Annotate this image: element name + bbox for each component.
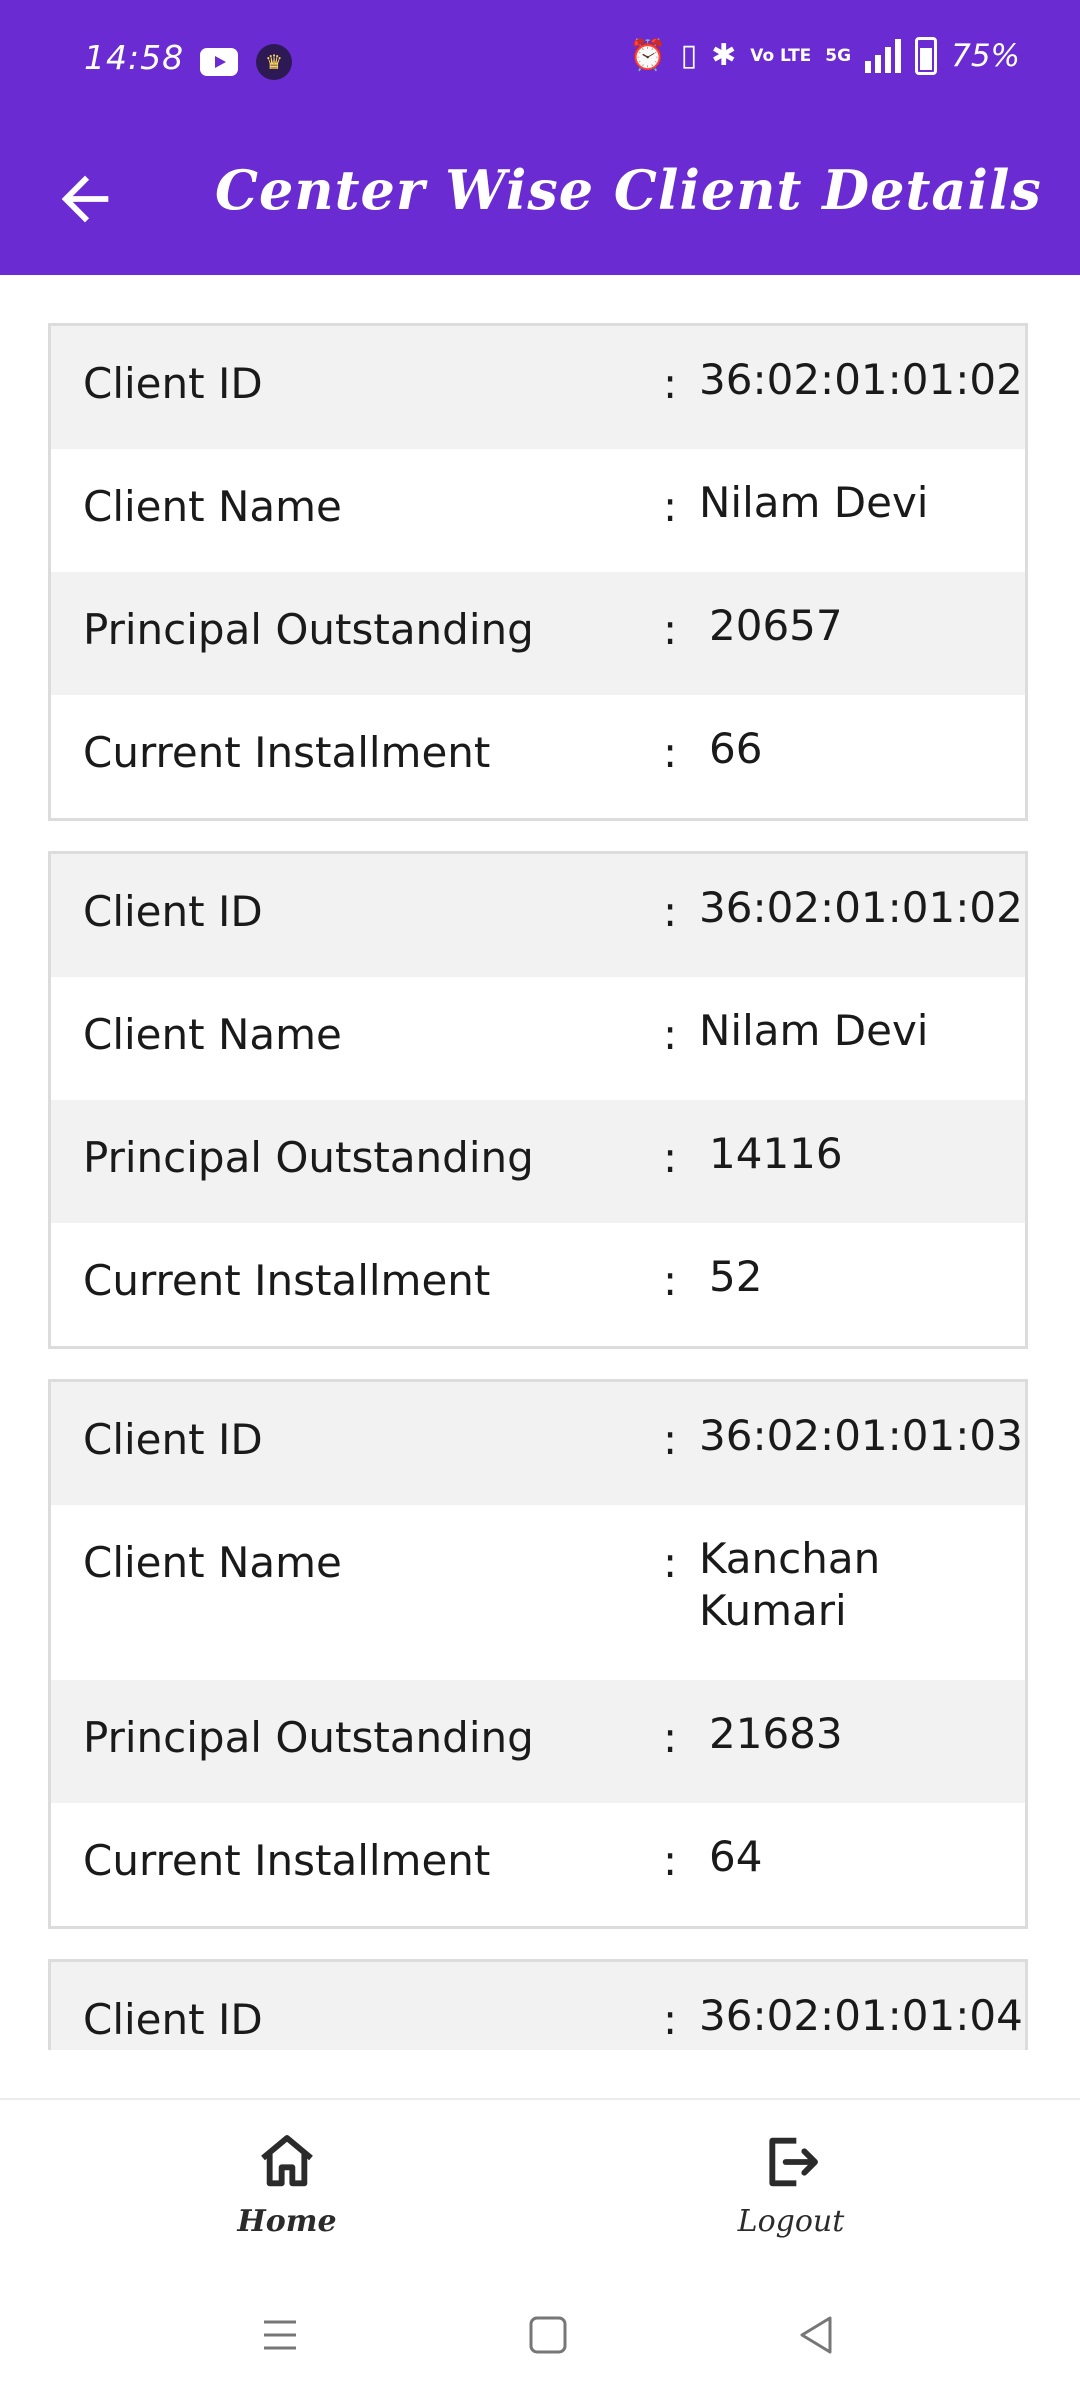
status-icons: ⏰ ▯ ✱ Vo LTE 5G 75% <box>629 36 1020 76</box>
client-id-value: 36:02:01:01:04 <box>699 1991 1023 2040</box>
client-name-label: Client Name <box>83 1538 342 1587</box>
vibrate-icon: ▯ <box>680 38 698 73</box>
separator: : <box>663 1133 678 1182</box>
youtube-icon <box>200 48 238 76</box>
principal-outstanding-row: Principal Outstanding : 14116 <box>51 1100 1025 1223</box>
current-installment-row: Current Installment : 52 <box>51 1223 1025 1346</box>
client-id-label: Client ID <box>83 359 263 408</box>
bluetooth-icon: ✱ <box>711 38 737 73</box>
alarm-icon: ⏰ <box>629 38 667 73</box>
principal-outstanding-row: Principal Outstanding : 20657 <box>51 572 1025 695</box>
separator: : <box>663 1256 678 1305</box>
separator: : <box>663 359 678 408</box>
client-name-row: Client Name : Kanchan Kumari <box>51 1505 1025 1680</box>
principal-outstanding-label: Principal Outstanding <box>83 1713 534 1762</box>
client-name-row: Client Name : Nilam Devi <box>51 977 1025 1100</box>
client-card: Client ID : 36:02:01:01:02 Client Name :… <box>48 323 1028 821</box>
page-title: Center Wise Client Details <box>215 158 1042 222</box>
status-time: 14:58 <box>84 38 185 77</box>
separator: : <box>663 728 678 777</box>
client-id-value: 36:02:01:01:02 <box>699 883 1023 932</box>
volte-icon: Vo LTE <box>750 46 812 66</box>
current-installment-row: Current Installment : 66 <box>51 695 1025 818</box>
separator: : <box>663 482 678 531</box>
client-id-row: Client ID : 36:02:01:01:02 <box>51 326 1025 449</box>
principal-outstanding-label: Principal Outstanding <box>83 605 534 654</box>
back-button[interactable] <box>50 164 120 234</box>
current-installment-row: Current Installment : 64 <box>51 1803 1025 1926</box>
current-installment-label: Current Installment <box>83 728 491 777</box>
current-installment-label: Current Installment <box>83 1836 491 1885</box>
network-type: 5G <box>825 46 852 66</box>
current-installment-value: 66 <box>709 724 763 773</box>
client-id-row: Client ID : 36:02:01:01:02 <box>51 854 1025 977</box>
back-triangle-icon[interactable] <box>786 2310 846 2360</box>
client-id-value: 36:02:01:01:03 <box>699 1411 1023 1460</box>
client-card: Client ID : 36:02:01:01:04 <box>48 1959 1028 2050</box>
signal-icon <box>865 39 902 73</box>
principal-outstanding-label: Principal Outstanding <box>83 1133 534 1182</box>
nav-logout-label: Logout <box>737 2204 845 2239</box>
client-card: Client ID : 36:02:01:01:03 Client Name :… <box>48 1379 1028 1929</box>
home-square-icon[interactable] <box>518 2310 578 2360</box>
bottom-navigation: Home Logout <box>0 2098 1080 2270</box>
client-name-label: Client Name <box>83 1010 342 1059</box>
client-id-label: Client ID <box>83 887 263 936</box>
crown-icon: ♛ <box>256 44 292 80</box>
separator: : <box>663 1010 678 1059</box>
nav-home-button[interactable]: Home <box>187 2130 387 2239</box>
current-installment-value: 64 <box>709 1832 763 1881</box>
separator: : <box>663 1713 678 1762</box>
principal-outstanding-row: Principal Outstanding : 21683 <box>51 1680 1025 1803</box>
app-bar: Center Wise Client Details <box>0 120 1080 275</box>
client-card: Client ID : 36:02:01:01:02 Client Name :… <box>48 851 1028 1349</box>
client-id-label: Client ID <box>83 1415 263 1464</box>
client-name-value: Nilam Devi <box>699 1006 929 1055</box>
principal-outstanding-value: 21683 <box>709 1709 843 1758</box>
client-list[interactable]: Client ID : 36:02:01:01:02 Client Name :… <box>0 275 1080 2050</box>
home-icon <box>261 2135 313 2187</box>
client-name-row: Client Name : Nilam Devi <box>51 449 1025 572</box>
client-name-label: Client Name <box>83 482 342 531</box>
current-installment-value: 52 <box>709 1252 763 1301</box>
separator: : <box>663 1415 678 1464</box>
client-id-label: Client ID <box>83 1995 263 2044</box>
client-id-row: Client ID : 36:02:01:01:03 <box>51 1382 1025 1505</box>
separator: : <box>663 1538 678 1587</box>
status-bar: 14:58 ♛ ⏰ ▯ ✱ Vo LTE 5G 75% <box>0 0 1080 120</box>
arrow-left-icon <box>61 175 109 223</box>
system-navigation-bar <box>0 2268 1080 2400</box>
logout-icon <box>769 2137 818 2187</box>
principal-outstanding-value: 14116 <box>709 1129 843 1178</box>
separator: : <box>663 1995 678 2044</box>
separator: : <box>663 1836 678 1885</box>
nav-home-label: Home <box>237 2204 337 2239</box>
menu-icon[interactable] <box>250 2310 310 2360</box>
client-name-value: Nilam Devi <box>699 478 929 527</box>
principal-outstanding-value: 20657 <box>709 601 843 650</box>
separator: : <box>663 605 678 654</box>
client-name-value: Kanchan Kumari <box>699 1534 881 1635</box>
nav-logout-button[interactable]: Logout <box>691 2130 891 2239</box>
separator: : <box>663 887 678 936</box>
client-id-value: 36:02:01:01:02 <box>699 355 1023 404</box>
battery-percent: 75% <box>951 38 1020 74</box>
battery-icon <box>915 37 938 75</box>
client-id-row: Client ID : 36:02:01:01:04 <box>51 1962 1025 2050</box>
current-installment-label: Current Installment <box>83 1256 491 1305</box>
